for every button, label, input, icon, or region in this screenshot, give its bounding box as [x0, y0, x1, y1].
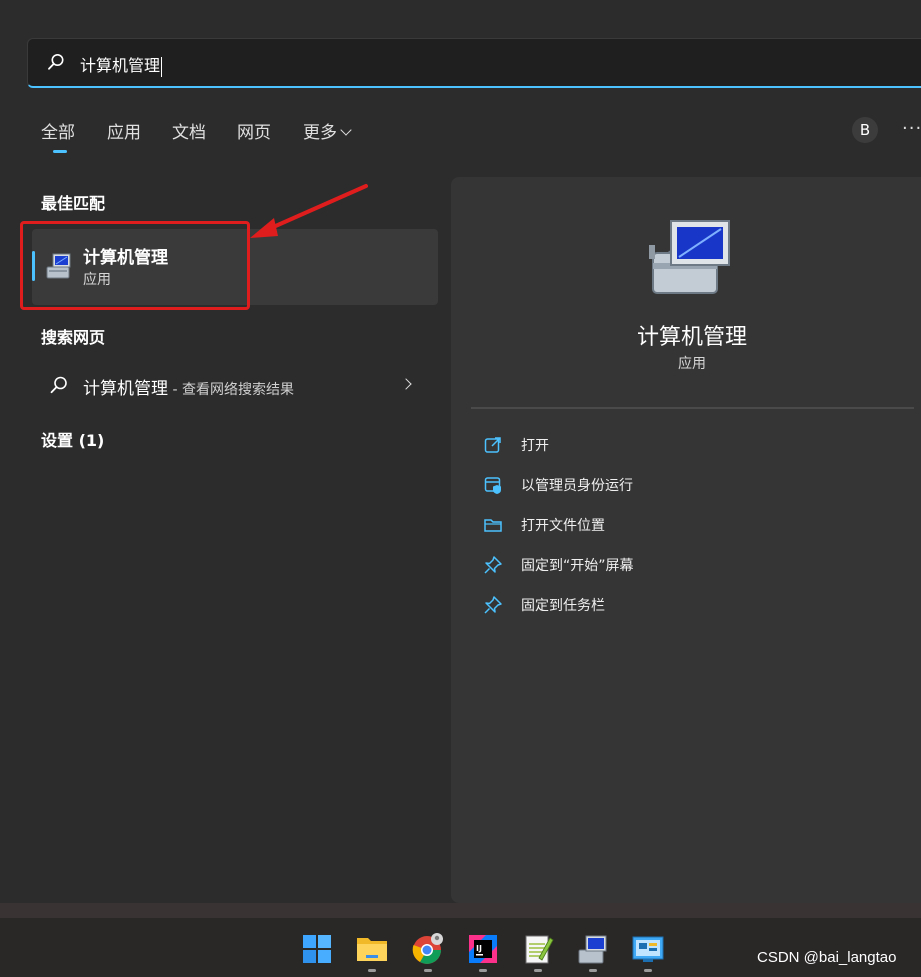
tab-web[interactable]: 网页 — [237, 118, 271, 143]
computer-management-icon[interactable] — [576, 932, 610, 966]
admin-shield-icon — [484, 477, 501, 494]
pin-icon — [484, 596, 502, 614]
svg-text:IJ: IJ — [476, 944, 482, 953]
folder-icon — [484, 519, 502, 532]
taskbar: IJ CSDN @bai_langtao — [0, 918, 921, 977]
chrome-icon[interactable] — [411, 932, 445, 966]
more-options-button[interactable]: ··· — [902, 118, 921, 139]
computer-management-icon — [649, 220, 730, 294]
pin-icon — [484, 556, 502, 574]
chevron-right-icon[interactable] — [400, 378, 412, 390]
windows-start-icon[interactable] — [300, 932, 334, 966]
watermark: CSDN @bai_langtao — [757, 949, 897, 966]
annotation-arrow-icon — [250, 184, 368, 238]
web-search-query: 计算机管理 - 查看网络搜索结果 — [83, 379, 294, 399]
chevron-down-icon — [340, 124, 352, 136]
running-indicator — [368, 969, 376, 972]
open-external-icon — [484, 437, 501, 453]
running-indicator — [644, 969, 652, 972]
search-icon — [50, 376, 67, 394]
running-indicator — [424, 969, 432, 972]
tab-documents[interactable]: 文档 — [172, 118, 206, 143]
running-indicator — [479, 969, 487, 972]
web-search-suffix: - 查看网络搜索结果 — [168, 382, 294, 398]
search-web-heading: 搜索网页 — [41, 328, 106, 347]
search-box[interactable]: 计算机管理 — [27, 38, 921, 88]
text-caret — [161, 56, 163, 77]
settings-heading[interactable]: 设置 (1) — [41, 427, 104, 451]
file-explorer-icon[interactable] — [355, 932, 389, 966]
tab-apps[interactable]: 应用 — [107, 118, 141, 143]
divider — [471, 407, 914, 409]
tab-all[interactable]: 全部 — [41, 118, 75, 153]
intellij-icon[interactable]: IJ — [466, 932, 500, 966]
account-avatar[interactable]: B — [852, 117, 878, 143]
detail-pane: 计算机管理 应用 打开 以管理员身份运行 打开文件位置 固定到“开始”屏幕 固定… — [451, 177, 921, 903]
annotation-highlight-box — [20, 221, 250, 310]
notepad-plus-icon[interactable] — [521, 932, 555, 966]
search-icon — [48, 54, 64, 70]
panel-bottom-edge — [0, 903, 921, 918]
detail-app-name: 计算机管理 — [636, 325, 747, 350]
web-search-result[interactable]: 计算机管理 - 查看网络搜索结果 — [32, 364, 438, 408]
remote-desktop-icon[interactable] — [631, 932, 665, 966]
running-indicator — [589, 969, 597, 972]
search-input[interactable]: 计算机管理 — [80, 52, 163, 77]
running-indicator — [534, 969, 542, 972]
best-match-heading: 最佳匹配 — [41, 194, 106, 213]
detail-app-type: 应用 — [678, 356, 706, 372]
tab-more[interactable]: 更多 — [303, 118, 352, 143]
search-panel: 计算机管理 全部 应用 文档 网页 更多 B ··· 最佳匹配 计算机管理 应用… — [0, 0, 921, 903]
